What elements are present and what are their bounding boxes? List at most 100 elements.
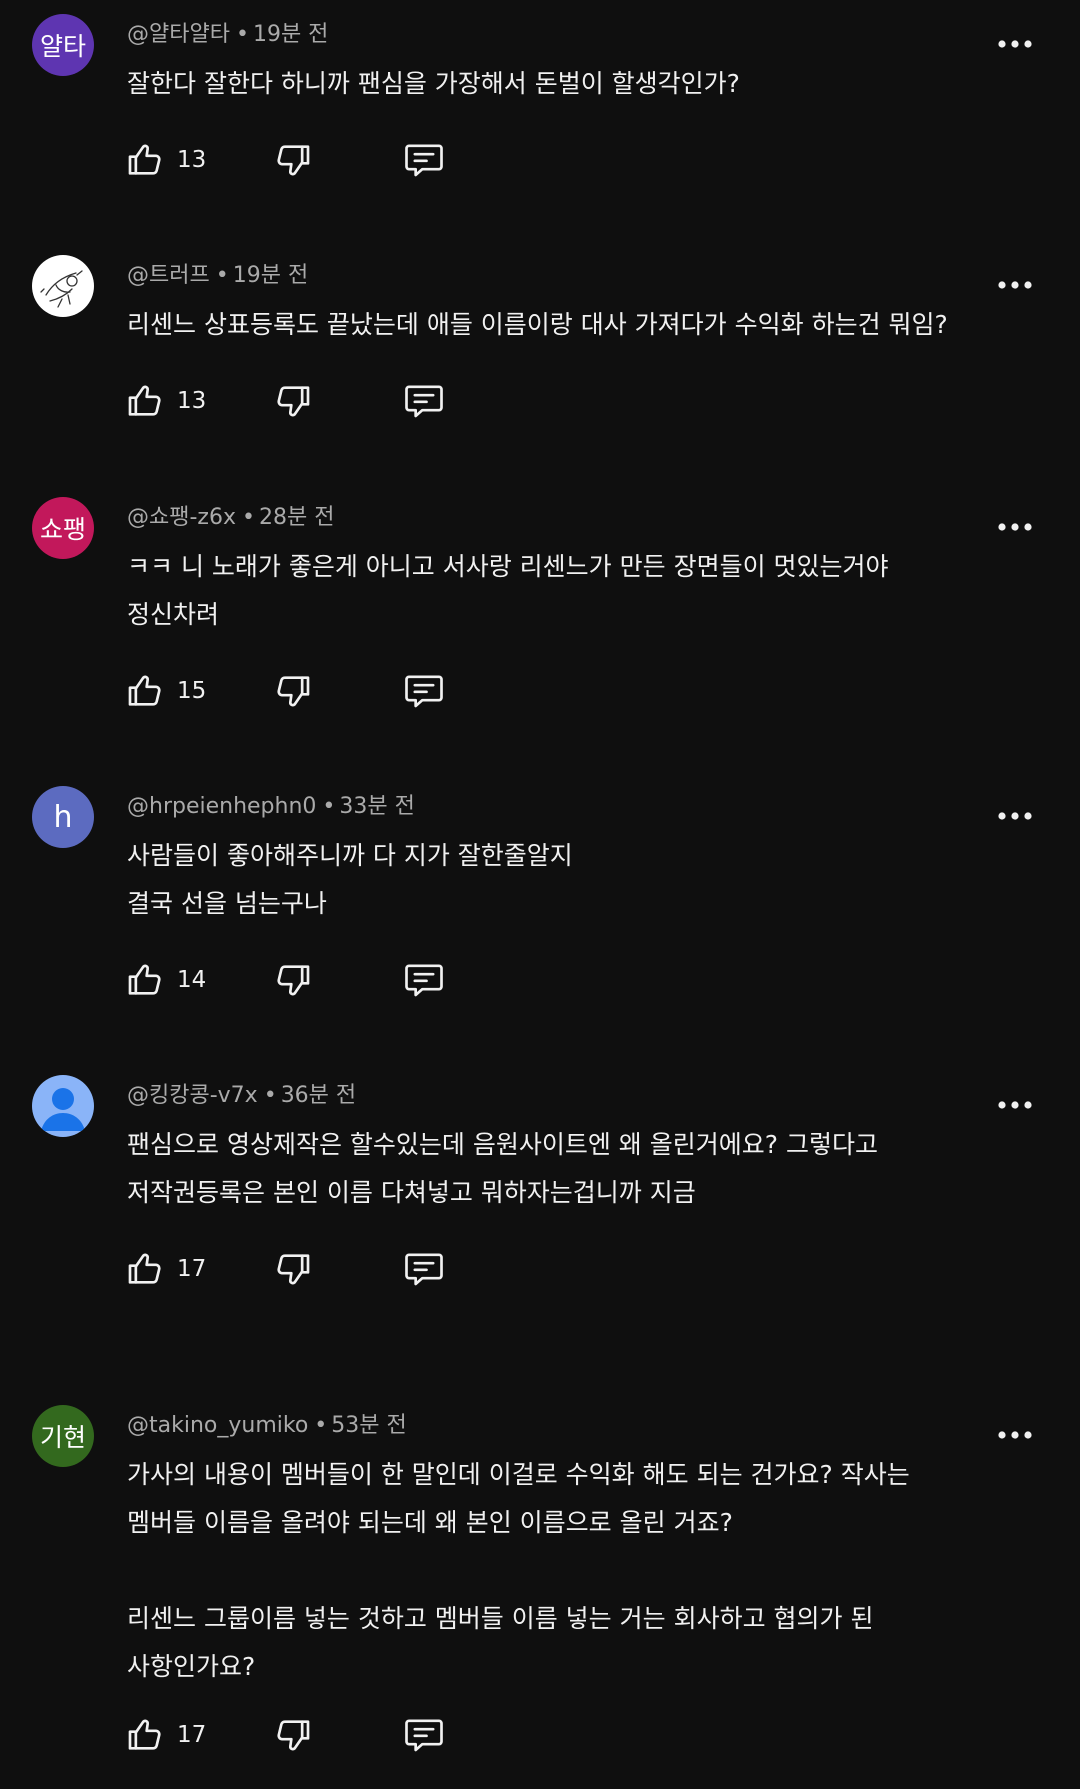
comment-text: 가사의 내용이 멤버들이 한 말인데 이걸로 수익화 해도 되는 건가요? 작사… xyxy=(127,1451,910,1691)
like-count: 13 xyxy=(177,147,207,173)
comment-line: 정신차려 xyxy=(127,600,220,629)
comment-reply-icon xyxy=(405,144,443,177)
comment-actions: 15 xyxy=(125,666,465,716)
more-button[interactable] xyxy=(995,1095,1035,1115)
author-handle[interactable]: @hrpeienhephn0 xyxy=(127,794,316,819)
more-button[interactable] xyxy=(995,1425,1035,1445)
comment-meta: @얄타얄타 • 19분 전 xyxy=(127,16,328,48)
reply-button[interactable] xyxy=(402,1710,446,1760)
dislike-button[interactable] xyxy=(273,666,313,716)
comment-time[interactable]: 28분 전 xyxy=(259,505,334,530)
thumbs-up-icon xyxy=(128,1253,161,1284)
avatar[interactable]: h xyxy=(32,786,94,848)
avatar-initials: 기현 xyxy=(39,1423,86,1452)
more-vert-icon xyxy=(998,812,1032,820)
author-handle[interactable]: @takino_yumiko xyxy=(127,1413,308,1438)
author-handle[interactable]: @트러프 xyxy=(127,263,210,288)
like-count: 17 xyxy=(177,1256,207,1282)
more-button[interactable] xyxy=(995,34,1035,54)
dislike-button[interactable] xyxy=(273,1244,313,1294)
like-button[interactable]: 14 xyxy=(125,955,206,1005)
avatar[interactable]: 쇼팽 xyxy=(32,497,94,559)
avatar[interactable]: 기현 xyxy=(32,1405,94,1467)
comment-meta: @hrpeienhephn0 • 33분 전 xyxy=(127,788,415,820)
avatar-initials: h xyxy=(53,799,73,835)
avatar[interactable] xyxy=(32,1075,94,1137)
like-button[interactable]: 17 xyxy=(125,1710,206,1760)
comment-time[interactable]: 19분 전 xyxy=(233,263,308,288)
more-button[interactable] xyxy=(995,806,1035,826)
thumbs-up-icon xyxy=(128,144,161,175)
comment-text: 팬심으로 영상제작은 할수있는데 음원사이트엔 왜 올린거에요? 그렇다고 저작… xyxy=(127,1121,878,1217)
like-button[interactable]: 15 xyxy=(125,666,206,716)
comment-reply-icon xyxy=(405,1719,443,1752)
comment-text: ㅋㅋ 니 노래가 좋은게 아니고 서사랑 리센느가 만든 장면들이 멋있는거야 … xyxy=(127,543,889,639)
more-vert-icon xyxy=(998,1101,1032,1109)
author-handle[interactable]: @얄타얄타 xyxy=(127,22,230,47)
comment-line: 멤버들 이름을 올려야 되는데 왜 본인 이름으로 올린 거죠? xyxy=(127,1508,733,1537)
comment-time[interactable]: 36분 전 xyxy=(281,1083,356,1108)
thumbs-up-icon xyxy=(128,964,161,995)
comment-reply-icon xyxy=(405,675,443,708)
like-button[interactable]: 13 xyxy=(125,135,206,185)
comment-line: 리센느 상표등록도 끝났는데 애들 이름이랑 대사 가져다가 수익화 하는건 뭐… xyxy=(127,310,948,339)
comment-line-blank xyxy=(127,1547,910,1595)
comment-line: 사항인가요? xyxy=(127,1652,256,1681)
comment-reply-icon xyxy=(405,964,443,997)
person-icon xyxy=(41,1088,85,1131)
comment-text: 잘한다 잘한다 하니까 팬심을 가장해서 돈벌이 할생각인가? xyxy=(127,60,740,108)
comment-line: 팬심으로 영상제작은 할수있는데 음원사이트엔 왜 올린거에요? 그렇다고 xyxy=(127,1130,878,1159)
separator-dot: • xyxy=(263,1083,277,1108)
comment-reply-icon xyxy=(405,385,443,418)
thumbs-down-icon xyxy=(277,1720,310,1751)
like-count: 14 xyxy=(177,967,207,993)
author-handle[interactable]: @쇼팽-z6x xyxy=(127,505,236,530)
comment-time[interactable]: 19분 전 xyxy=(253,22,328,47)
comment-line: 사람들이 좋아해주니까 다 지가 잘한줄알지 xyxy=(127,841,573,870)
comment-text: 리센느 상표등록도 끝났는데 애들 이름이랑 대사 가져다가 수익화 하는건 뭐… xyxy=(127,301,948,349)
dislike-button[interactable] xyxy=(273,1710,313,1760)
comment-actions: 13 xyxy=(125,376,465,426)
author-handle[interactable]: @킹캉콩-v7x xyxy=(127,1083,258,1108)
separator-dot: • xyxy=(215,263,229,288)
thumbs-down-icon xyxy=(277,1254,310,1285)
comment-meta: @트러프 • 19분 전 xyxy=(127,257,308,289)
comment-reply-icon xyxy=(405,1253,443,1286)
thumbs-down-icon xyxy=(277,965,310,996)
avatar[interactable]: 얄타 xyxy=(32,14,94,76)
comment-actions: 14 xyxy=(125,955,465,1005)
more-vert-icon xyxy=(998,40,1032,48)
comment-time[interactable]: 53분 전 xyxy=(331,1413,406,1438)
avatar-initials: 얄타 xyxy=(39,32,86,61)
separator-dot: • xyxy=(235,22,249,47)
comment-text: 사람들이 좋아해주니까 다 지가 잘한줄알지 결국 선을 넘는구나 xyxy=(127,832,573,928)
avatar[interactable] xyxy=(32,255,94,317)
thumbs-up-icon xyxy=(128,675,161,706)
more-vert-icon xyxy=(998,523,1032,531)
comment-meta: @쇼팽-z6x • 28분 전 xyxy=(127,499,334,531)
comment-line: 결국 선을 넘는구나 xyxy=(127,889,327,918)
reply-button[interactable] xyxy=(402,376,446,426)
like-button[interactable]: 17 xyxy=(125,1244,206,1294)
dislike-button[interactable] xyxy=(273,376,313,426)
comment-time[interactable]: 33분 전 xyxy=(339,794,414,819)
thumbs-up-icon xyxy=(128,385,161,416)
comment-meta: @takino_yumiko • 53분 전 xyxy=(127,1407,407,1439)
more-button[interactable] xyxy=(995,517,1035,537)
comment-line: ㅋㅋ 니 노래가 좋은게 아니고 서사랑 리센느가 만든 장면들이 멋있는거야 xyxy=(127,552,889,581)
dislike-button[interactable] xyxy=(273,135,313,185)
comment-line: 리센느 그룹이름 넣는 것하고 멤버들 이름 넣는 거는 회사하고 협의가 된 xyxy=(127,1604,874,1633)
avatar-initials: 쇼팽 xyxy=(39,515,86,544)
like-button[interactable]: 13 xyxy=(125,376,206,426)
comment-actions: 17 xyxy=(125,1244,465,1294)
dislike-button[interactable] xyxy=(273,955,313,1005)
more-button[interactable] xyxy=(995,275,1035,295)
sketch-avatar-image xyxy=(40,270,83,308)
reply-button[interactable] xyxy=(402,1244,446,1294)
like-count: 15 xyxy=(177,678,207,704)
reply-button[interactable] xyxy=(402,955,446,1005)
thumbs-down-icon xyxy=(277,386,310,417)
separator-dot: • xyxy=(241,505,255,530)
reply-button[interactable] xyxy=(402,666,446,716)
reply-button[interactable] xyxy=(402,135,446,185)
